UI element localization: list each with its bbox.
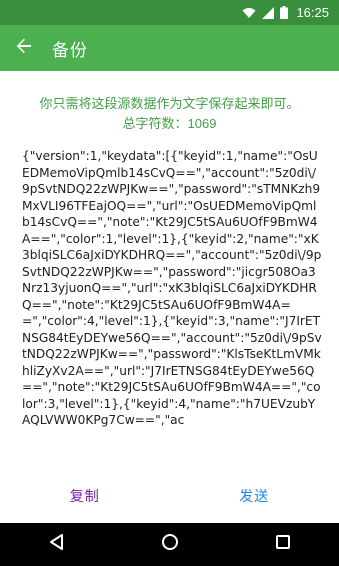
battery-icon [280,6,289,19]
send-button[interactable]: 发送 [170,468,339,523]
page-title: 备份 [52,40,88,60]
copy-button[interactable]: 复制 [0,468,170,523]
arrow-back-icon [16,38,32,59]
status-bar: 16:25 [0,0,339,25]
wifi-icon [242,7,256,19]
recents-square-icon [275,534,291,555]
back-triangle-icon [48,533,66,556]
back-button[interactable] [0,25,48,71]
bottom-actions: 复制 发送 [0,468,339,523]
home-circle-icon [161,533,179,556]
cellular-signal-icon [262,6,275,19]
backup-data-text[interactable]: {"version":1,"keydata":[{"keyid":1,"name… [22,148,322,468]
nav-home-button[interactable] [146,523,194,566]
system-nav-bar [0,523,339,566]
char-count: 总字符数：1069 [122,116,217,131]
nav-recents-button[interactable] [259,523,307,566]
hint-instruction: 你只需将这段源数据作为文字保存起来即可。 [39,96,300,111]
hint-block: 你只需将这段源数据作为文字保存起来即可。 总字符数：1069 [0,94,339,134]
app-bar: 备份 [0,25,339,71]
nav-back-button[interactable] [33,523,81,566]
status-time: 16:25 [296,5,329,20]
